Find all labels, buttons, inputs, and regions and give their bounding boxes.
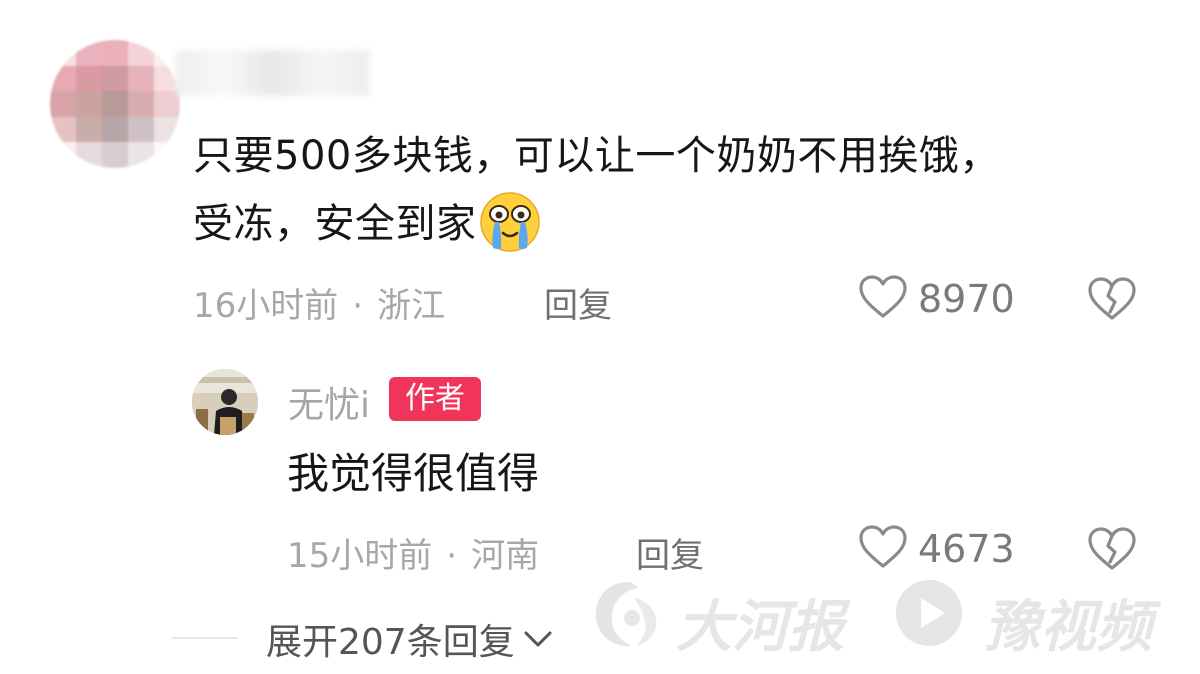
comment-like-count: 8970: [918, 277, 1015, 321]
meta-separator: ·: [446, 536, 458, 576]
comment-text-line1: 只要500多块钱，可以让一个奶奶不用挨饿，: [193, 133, 1000, 179]
comment-like-button[interactable]: 8970: [858, 274, 1015, 324]
dahebao-logo-icon: [588, 574, 668, 654]
comment-reply-button[interactable]: 回复: [544, 278, 612, 327]
broken-heart-icon: [1087, 277, 1137, 326]
heart-icon: [858, 274, 908, 324]
comment-text: 只要500多块钱，可以让一个奶奶不用挨饿， 受冻，安全到家: [193, 122, 1153, 258]
crying-face-emoji-icon: [479, 191, 541, 253]
reply-like-button[interactable]: 4673: [858, 524, 1015, 574]
reply-reply-button[interactable]: 回复: [636, 528, 704, 577]
reply-dislike-button[interactable]: [1087, 526, 1137, 576]
comment-dislike-button[interactable]: [1087, 276, 1137, 326]
expand-replies-button[interactable]: 展开207条回复: [266, 613, 555, 665]
commenter-name-blurred[interactable]: [175, 50, 370, 96]
expand-replies-label: 展开207条回复: [266, 622, 515, 663]
watermark-dahebao: 大河报: [676, 594, 844, 660]
broken-heart-icon: [1087, 527, 1137, 576]
comment-time: 16小时前: [193, 286, 339, 326]
reply-text: 我觉得很值得: [287, 449, 540, 498]
comment-text-line2: 受冻，安全到家: [193, 201, 477, 247]
author-badge: 作者: [389, 377, 481, 421]
watermark-yushipin: 豫视频: [984, 594, 1152, 660]
play-logo-icon: [892, 576, 966, 650]
author-name[interactable]: 无忧i: [288, 376, 370, 428]
comment-location: 浙江: [377, 286, 446, 326]
reply-like-count: 4673: [918, 527, 1015, 571]
reply-time: 15小时前: [287, 536, 433, 576]
author-avatar[interactable]: [192, 369, 258, 435]
reply-location: 河南: [471, 536, 540, 576]
expand-divider: [172, 637, 238, 639]
chevron-down-icon: [521, 619, 555, 660]
commenter-avatar[interactable]: [50, 40, 180, 168]
comment-meta: 16小时前 · 浙江: [193, 278, 445, 327]
meta-separator: ·: [352, 286, 364, 326]
reply-meta: 15小时前 · 河南: [287, 528, 539, 577]
heart-icon: [858, 524, 908, 574]
